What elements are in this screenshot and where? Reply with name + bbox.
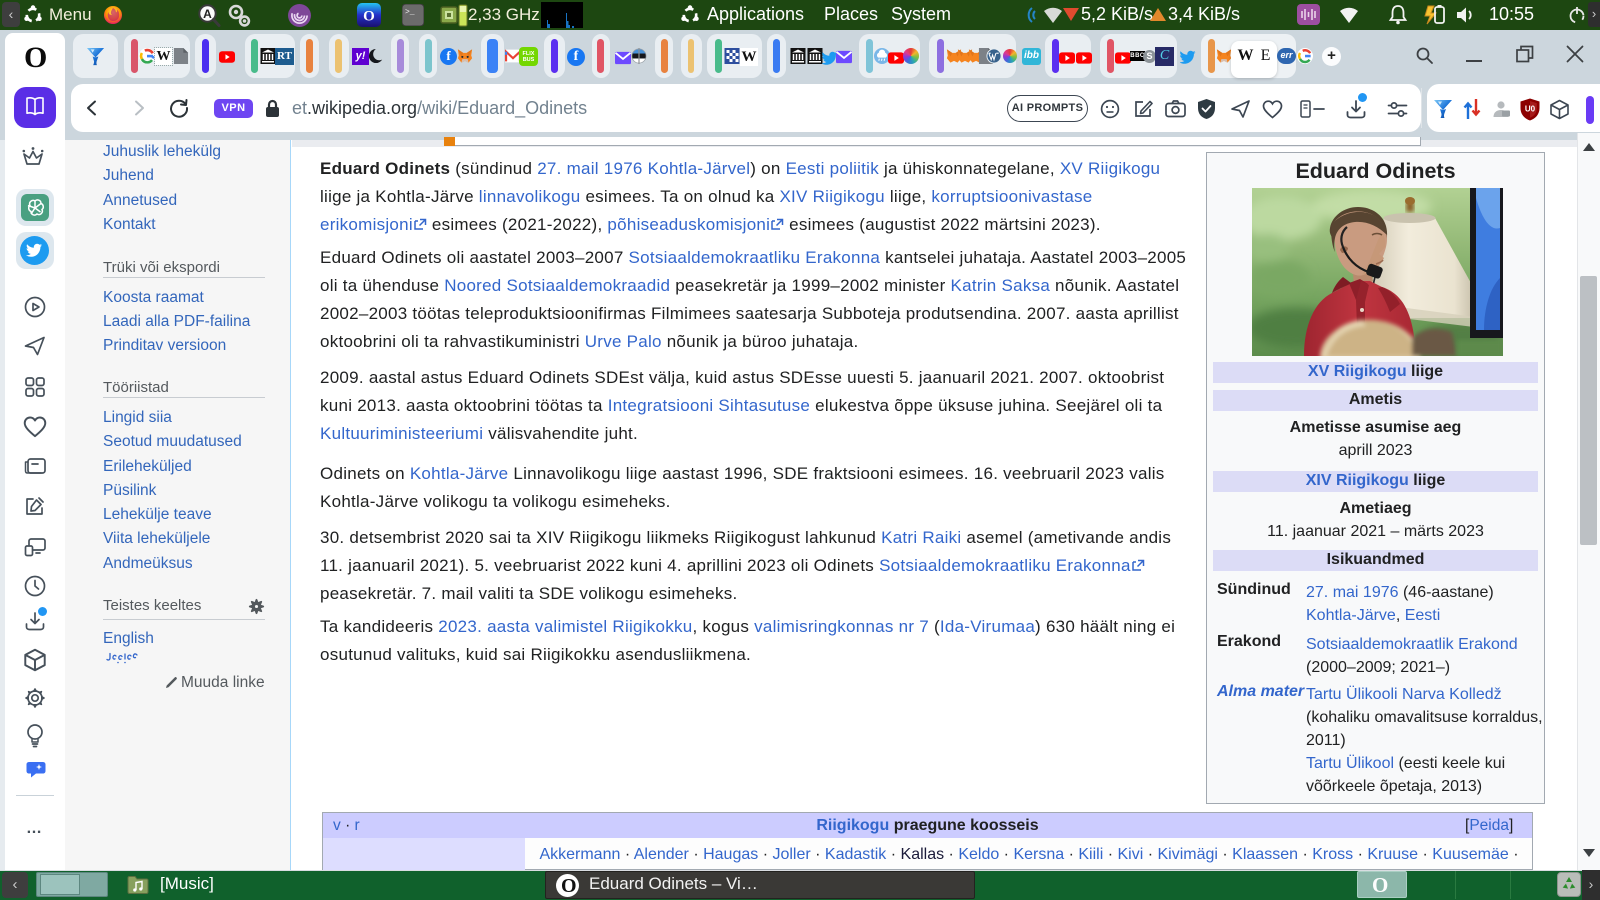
svg-text:U0: U0 bbox=[1525, 105, 1536, 114]
svg-text:A: A bbox=[203, 7, 212, 21]
svg-text:>_: >_ bbox=[405, 8, 415, 17]
svg-text:O: O bbox=[363, 9, 375, 25]
